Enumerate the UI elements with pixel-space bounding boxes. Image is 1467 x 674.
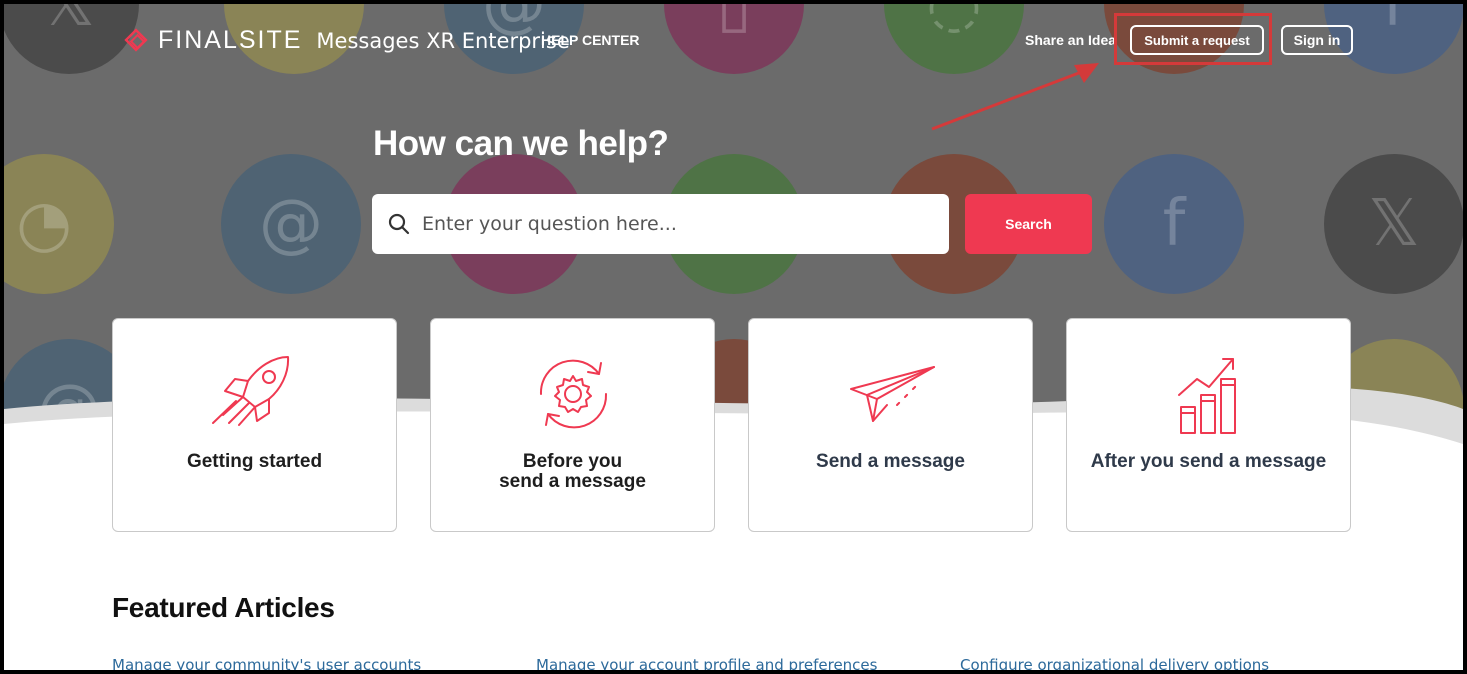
- annotation-highlight-box: [1114, 13, 1272, 65]
- finalsite-logo[interactable]: FINALSITE Messages XR Enterprise: [124, 26, 570, 55]
- card-label-line: send a message: [499, 471, 646, 492]
- help-center-link[interactable]: HELP CENTER: [541, 32, 640, 48]
- featured-articles-heading: Featured Articles: [112, 592, 335, 623]
- category-card-getting-started[interactable]: Getting started: [112, 318, 397, 532]
- x-bubble-icon: 𝕏: [1324, 154, 1463, 294]
- category-card-after-you-send[interactable]: After you send a message: [1066, 318, 1351, 532]
- gear-cycle-icon: [539, 359, 608, 429]
- rss-bubble-icon: ◔: [4, 154, 114, 294]
- card-label: Before you send a message: [431, 452, 714, 492]
- logo-product-text: Messages XR Enterprise: [316, 28, 570, 53]
- category-card-send-a-message[interactable]: Send a message: [748, 318, 1033, 532]
- sign-in-button[interactable]: Sign in: [1281, 25, 1353, 55]
- growth-chart-icon: [1178, 358, 1236, 434]
- share-idea-link[interactable]: Share an Idea: [1025, 32, 1116, 48]
- card-label-line: Before you: [522, 451, 623, 472]
- card-label: Send a message: [816, 451, 965, 472]
- rocket-icon: [212, 356, 290, 426]
- at-bubble-icon: @: [221, 154, 361, 294]
- search-button[interactable]: Search: [965, 194, 1092, 254]
- featured-article-link[interactable]: Configure organizational delivery option…: [960, 656, 1269, 670]
- featured-article-link[interactable]: Manage your community's user accounts: [112, 656, 421, 670]
- logo-brand-text: FINALSITE: [158, 26, 303, 54]
- finalsite-diamond-icon: [124, 27, 148, 52]
- search-box: [372, 194, 949, 254]
- card-label: After you send a message: [1090, 451, 1327, 472]
- search-input[interactable]: [420, 203, 949, 245]
- featured-article-link[interactable]: Manage your account profile and preferen…: [536, 656, 877, 670]
- page-title: How can we help?: [373, 124, 669, 163]
- annotation-arrow-icon: [931, 63, 1099, 131]
- page-frame: 𝕏 @ ▯ ◌ f ◔ @ f 𝕏 @ FINALSITE Messages X…: [0, 0, 1467, 674]
- card-label: Getting started: [186, 451, 323, 472]
- facebook-bubble-icon: f: [1104, 154, 1244, 294]
- search-icon: [388, 213, 410, 235]
- category-card-before-you-send[interactable]: Before you send a message: [430, 318, 715, 532]
- paper-plane-icon: [850, 366, 935, 422]
